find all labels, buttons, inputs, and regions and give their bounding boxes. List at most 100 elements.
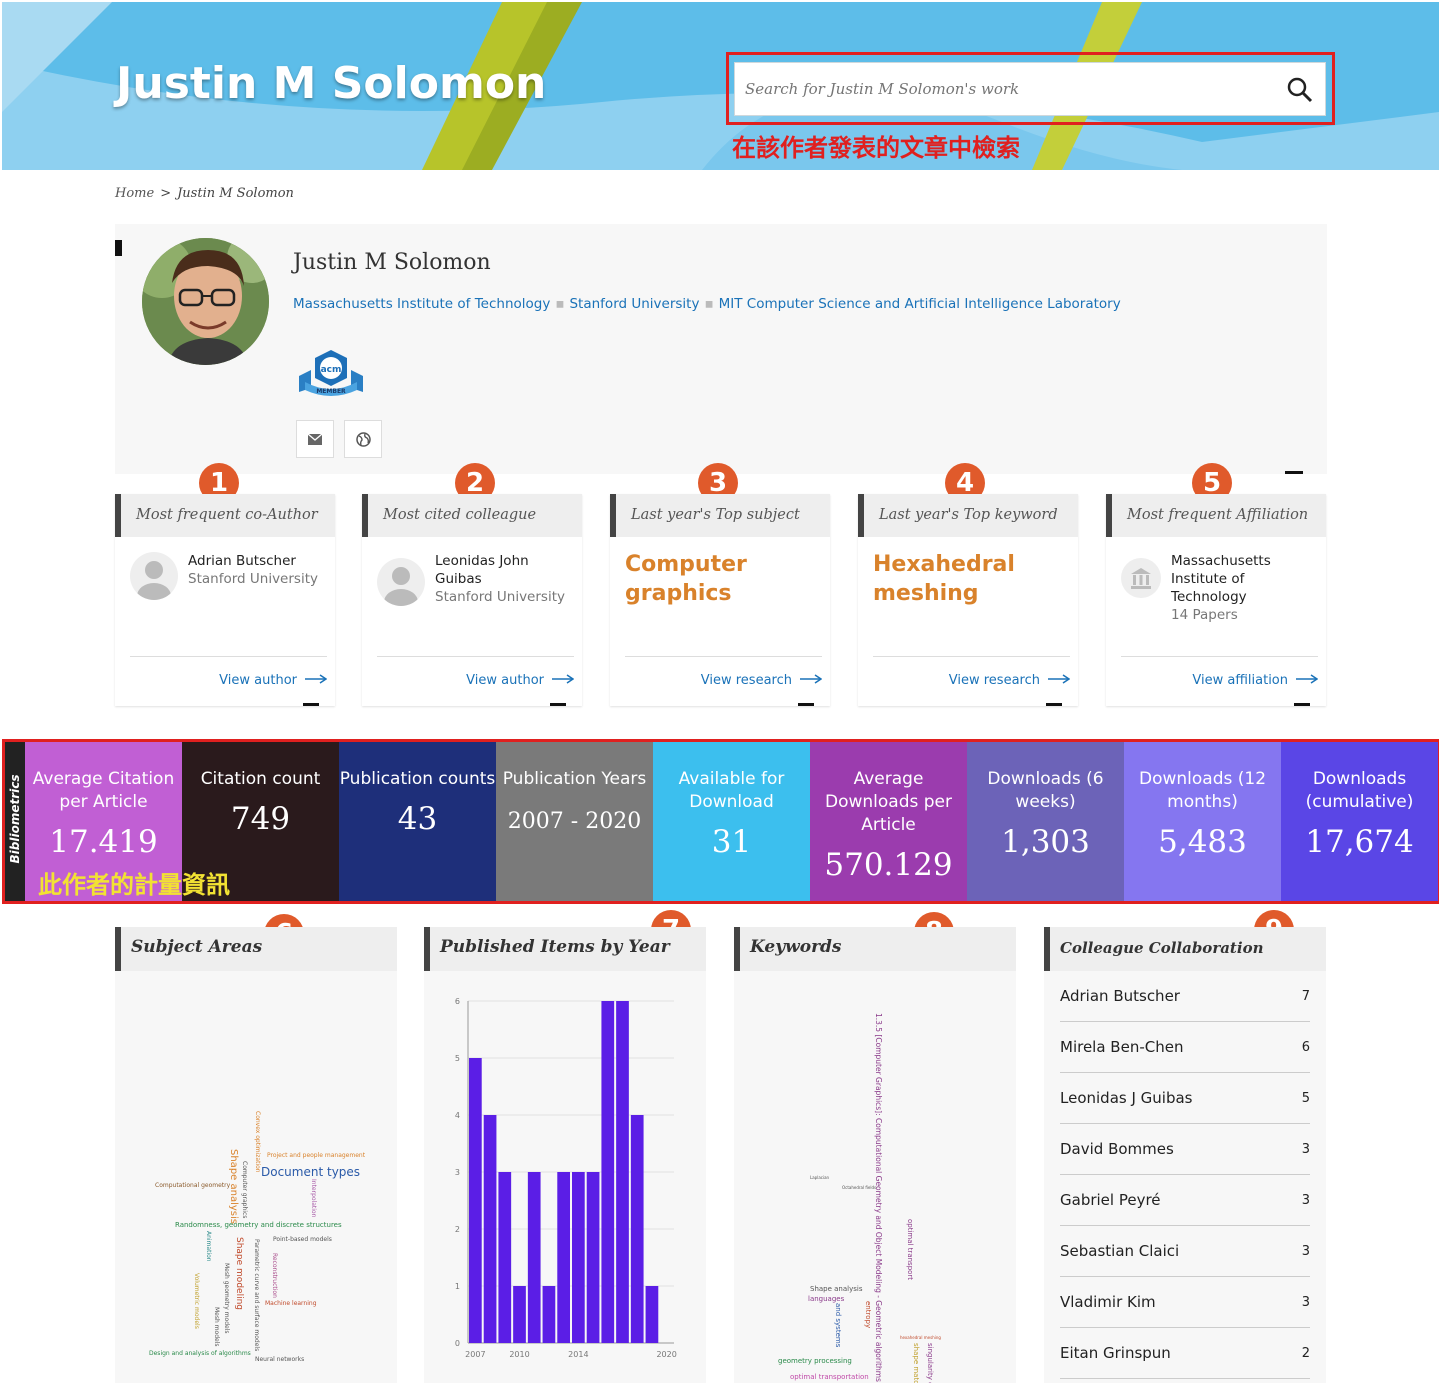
keyword-word: Laplacian xyxy=(810,1175,830,1180)
view-link-label: View author xyxy=(466,673,544,688)
metric-label: Available for Download xyxy=(678,769,785,812)
search-button[interactable] xyxy=(1285,75,1315,105)
chart-bar xyxy=(483,1115,497,1343)
published-items-chart: 0 1 2 3 4 5 6 2007 2010 2014 2020 xyxy=(455,997,677,1359)
collaborator-row[interactable]: Adrian Butscher 7 xyxy=(1060,971,1310,1022)
view-author-link[interactable]: View author xyxy=(377,656,575,688)
subject-word: Document types xyxy=(261,1165,360,1179)
card-title: Most frequent co-Author xyxy=(115,494,335,537)
y-tick-label: 2 xyxy=(455,1225,460,1234)
collaborator-count: 3 xyxy=(1301,1141,1310,1157)
collaborator-row[interactable]: Leonidas J Guibas 5 xyxy=(1060,1073,1310,1124)
view-affiliation-link[interactable]: View affiliation xyxy=(1121,656,1319,688)
collaborator-list: Adrian Butscher 7 Mirela Ben-Chen 6 Leonidas… xyxy=(1044,971,1326,1379)
card-title: Last year's Top keyword xyxy=(858,494,1078,537)
card-top-affiliation: Most frequent Affiliation Massachusetts … xyxy=(1106,494,1326,706)
metric-tile: Available for Download 31 xyxy=(653,742,810,901)
subject-word: Mesh models xyxy=(213,1307,220,1347)
collaborator-name: Gabriel Peyré xyxy=(1060,1191,1161,1209)
collaborator-row[interactable]: Eitan Grinspun 2 xyxy=(1060,1328,1310,1379)
collaborator-count: 2 xyxy=(1301,1345,1310,1361)
profile-marker-end xyxy=(1285,471,1303,474)
view-link-label: View research xyxy=(700,673,792,688)
chart-bar xyxy=(645,1286,659,1343)
keyword-word: languages xyxy=(808,1295,845,1303)
subject-word: Point-based models xyxy=(273,1236,332,1243)
collaborator-name: Mirela Ben-Chen xyxy=(1060,1038,1184,1056)
metric-label: Citation count xyxy=(200,769,321,789)
search-icon xyxy=(1287,77,1313,103)
card-title: Most frequent Affiliation xyxy=(1106,494,1326,537)
keyword-word-cloud: 1.3.5 [Computer Graphics]: Computational… xyxy=(778,1013,941,1383)
metric-tile: Downloads (6 weeks) 1,303 xyxy=(967,742,1124,901)
metric-value: 17.419 xyxy=(49,824,158,860)
affiliation-link-stanford[interactable]: Stanford University xyxy=(569,296,699,312)
card-tick xyxy=(1046,703,1062,706)
y-tick-label: 0 xyxy=(455,1339,460,1348)
page-title: Justin M Solomon xyxy=(116,58,547,109)
view-link-label: View affiliation xyxy=(1192,673,1288,688)
metric-value: 43 xyxy=(397,801,438,837)
arrow-right-icon xyxy=(305,673,328,688)
acm-member-badge-icon: acm MEMBER xyxy=(299,350,363,396)
chart-bar xyxy=(586,1172,600,1343)
collaborator-row[interactable]: Vladimir Kim 3 xyxy=(1060,1277,1310,1328)
panel-title: Subject Areas xyxy=(115,927,397,971)
view-research-link[interactable]: View research xyxy=(873,656,1071,688)
metric-value: 1,303 xyxy=(1001,824,1090,860)
collaborator-count: 3 xyxy=(1301,1192,1310,1208)
subject-word: Reconstruction xyxy=(271,1253,278,1298)
affiliation-link-mit[interactable]: Massachusetts Institute of Technology xyxy=(293,296,550,312)
metric-label: Downloads (12 months) xyxy=(1138,769,1267,812)
affiliation-name: Massachusetts Institute of Technology xyxy=(1171,553,1271,605)
subject-word: Project and people management xyxy=(267,1152,366,1159)
search-input[interactable] xyxy=(745,63,1265,115)
acm-badge-text: acm xyxy=(321,365,342,375)
subject-word: Mesh geometry models xyxy=(223,1263,230,1334)
affiliation-link-csail[interactable]: MIT Computer Science and Artificial Inte… xyxy=(719,296,1121,312)
collaborator-row[interactable]: Gabriel Peyré 3 xyxy=(1060,1175,1310,1226)
published-items-panel: Published Items by Year 0 1 2 3 4 5 6 2007 2010 2… xyxy=(424,927,706,1383)
chart-bar xyxy=(498,1172,512,1343)
person-placeholder-icon xyxy=(377,558,425,606)
collaborator-row[interactable]: Mirela Ben-Chen 6 xyxy=(1060,1022,1310,1073)
breadcrumb-current: Justin M Solomon xyxy=(177,186,294,201)
card-top-keyword: Last year's Top keyword Hexahedral meshi… xyxy=(858,494,1078,706)
keyword-word: optimal transport xyxy=(906,1219,914,1280)
card-tick xyxy=(550,703,566,706)
affiliation-papers: 14 Papers xyxy=(1171,607,1238,623)
bibliometrics-label-text: Bibliometrics xyxy=(8,774,22,864)
metric-label: Average Downloads per Article xyxy=(824,769,952,835)
chart-bar xyxy=(616,1001,629,1343)
collaborator-name: Eitan Grinspun xyxy=(1060,1344,1171,1362)
view-research-link[interactable]: View research xyxy=(625,656,823,688)
top-subject: Computer graphics xyxy=(625,552,747,606)
x-tick-label: 2020 xyxy=(656,1350,676,1359)
collaborator-count: 7 xyxy=(1301,988,1310,1004)
email-button[interactable] xyxy=(296,420,334,458)
avatar xyxy=(142,238,269,365)
chart-bar xyxy=(542,1286,556,1343)
bibliometrics-bar: Bibliometrics Average Citation per Artic… xyxy=(2,739,1439,904)
metric-label: Average Citation per Article xyxy=(32,769,175,812)
panel-title: Keywords xyxy=(734,927,1016,971)
keyword-word: geometry processing xyxy=(778,1357,852,1365)
view-link-label: View research xyxy=(948,673,1040,688)
x-tick-label: 2007 xyxy=(465,1350,485,1359)
breadcrumb-home[interactable]: Home xyxy=(115,186,154,201)
metric-value: 31 xyxy=(711,824,752,860)
collaborator-name: Adrian Butscher xyxy=(1060,987,1180,1005)
card-tick xyxy=(1294,703,1310,706)
collaborator-row[interactable]: Sebastian Claici 3 xyxy=(1060,1226,1310,1277)
subject-word: Volumetric models xyxy=(193,1273,200,1329)
coauthor-name: Adrian Butscher xyxy=(188,553,296,569)
colleague-info: Leonidas John Guibas Stanford University xyxy=(377,552,575,606)
subject-word: Design and analysis of algorithms xyxy=(149,1350,251,1357)
arrow-right-icon xyxy=(800,673,823,688)
collaborator-row[interactable]: David Bommes 3 xyxy=(1060,1124,1310,1175)
view-author-link[interactable]: View author xyxy=(130,656,328,688)
arrow-right-icon xyxy=(1048,673,1071,688)
website-button[interactable] xyxy=(344,420,382,458)
arrow-right-icon xyxy=(1296,673,1319,688)
search-box xyxy=(734,62,1326,116)
